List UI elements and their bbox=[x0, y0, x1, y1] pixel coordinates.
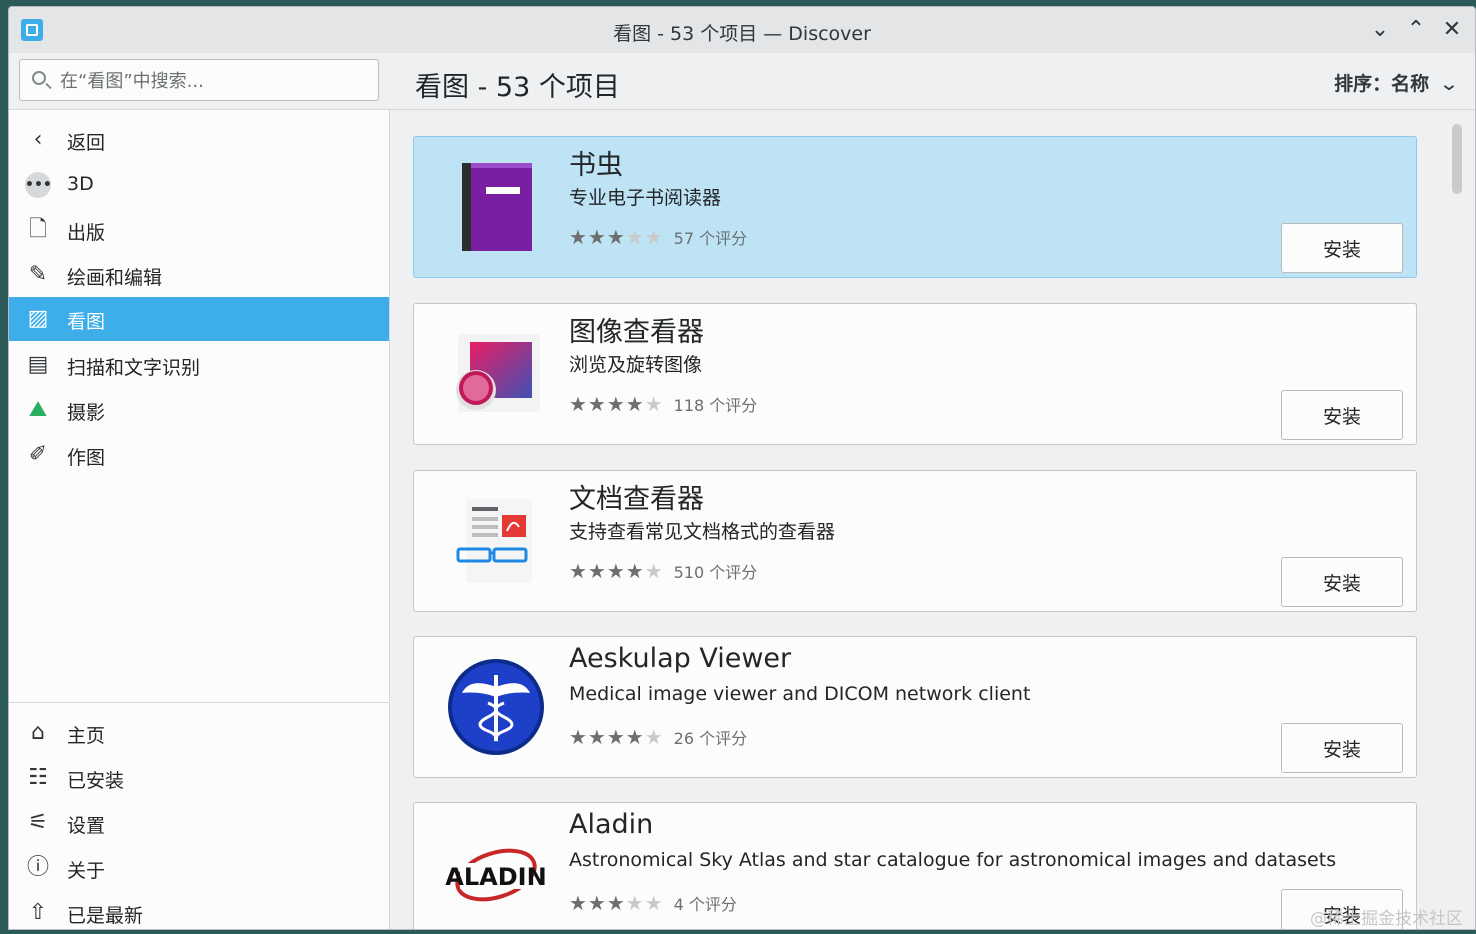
app-name[interactable]: 书虫 bbox=[569, 143, 623, 182]
title-bar: 看图 - 53 个项目 — Discover ⌄ ⌃ ✕ bbox=[9, 7, 1475, 53]
app-name[interactable]: Aladin bbox=[569, 809, 653, 840]
photo-icon: ⛰ bbox=[28, 397, 48, 422]
app-rating: ★★★★★ 510 个评分 bbox=[569, 559, 757, 583]
sidebar-item-viewers[interactable]: ▨ 看图 bbox=[9, 297, 389, 341]
window-title: 看图 - 53 个项目 — Discover bbox=[613, 23, 871, 45]
page-title: 看图 - 53 个项目 bbox=[415, 72, 620, 103]
maximize-icon[interactable]: ⌃ bbox=[1403, 17, 1429, 43]
settings-icon: ⚟ bbox=[28, 810, 48, 835]
app-rating: ★★★★★ 57 个评分 bbox=[569, 225, 747, 249]
app-summary: 支持查看常见文档格式的查看器 bbox=[569, 521, 836, 543]
discover-window: 看图 - 53 个项目 — Discover ⌄ ⌃ ✕ 看图 - 53 个项目… bbox=[8, 6, 1476, 930]
star-rating: ★★★★★ bbox=[569, 891, 664, 915]
sidebar-item-label: 扫描和文字识别 bbox=[67, 357, 201, 379]
sidebar-item-settings[interactable]: ⚟ 设置 bbox=[9, 801, 389, 845]
search-input[interactable] bbox=[58, 66, 372, 96]
install-button[interactable]: 安装 bbox=[1281, 557, 1403, 607]
app-rating: ★★★★★ 4 个评分 bbox=[569, 891, 737, 915]
image-icon bbox=[444, 324, 548, 424]
sidebar-item-label: 设置 bbox=[67, 815, 106, 837]
sidebar-item-label: 摄影 bbox=[67, 402, 106, 424]
search-icon bbox=[32, 71, 46, 85]
sidebar-item-label: 主页 bbox=[67, 725, 106, 747]
install-button[interactable]: 安装 bbox=[1281, 723, 1403, 773]
install-button[interactable]: 安装 bbox=[1281, 223, 1403, 273]
sidebar-item-label: 3D bbox=[67, 173, 94, 195]
sidebar: ‹ 返回 ••• 3D 🗋 出版 ✎ 绘画和编辑 ▨ 看图 ▤ 扫描和文字识别 … bbox=[9, 110, 390, 929]
app-card-aladin[interactable]: ALADIN Aladin Astronomical Sky Atlas and… bbox=[413, 802, 1417, 929]
app-summary: Medical image viewer and DICOM network c… bbox=[569, 683, 1031, 705]
sidebar-item-label: 作图 bbox=[67, 447, 106, 469]
app-summary: 浏览及旋转图像 bbox=[569, 354, 703, 376]
sort-label: 排序：名称 bbox=[1334, 73, 1430, 95]
sidebar-item-photography[interactable]: ⛰ 摄影 bbox=[9, 388, 389, 432]
star-rating: ★★★★★ bbox=[569, 392, 664, 416]
home-icon: ⌂ bbox=[31, 720, 45, 745]
close-icon[interactable]: ✕ bbox=[1439, 17, 1465, 43]
app-card-bookworm[interactable]: 书虫 专业电子书阅读器 ★★★★★ 57 个评分 安装 bbox=[413, 136, 1417, 278]
star-rating: ★★★★★ bbox=[569, 225, 664, 249]
app-summary: Astronomical Sky Atlas and star catalogu… bbox=[569, 849, 1337, 871]
star-rating: ★★★★★ bbox=[569, 725, 664, 749]
app-list[interactable]: 书虫 专业电子书阅读器 ★★★★★ 57 个评分 安装 图像查看器 浏览及旋转图… bbox=[390, 110, 1475, 929]
document-viewer-icon bbox=[444, 491, 548, 591]
sidebar-item-3d[interactable]: ••• 3D bbox=[9, 163, 389, 207]
svg-text:ALADIN: ALADIN bbox=[445, 863, 546, 891]
document-icon: 🗋 bbox=[29, 217, 47, 242]
sidebar-item-label: 出版 bbox=[67, 222, 106, 244]
sidebar-item-label: 绘画和编辑 bbox=[67, 267, 163, 289]
info-icon: ⓘ bbox=[26, 855, 49, 880]
sidebar-item-painting[interactable]: ✎ 绘画和编辑 bbox=[9, 253, 389, 297]
sidebar-item-label: 返回 bbox=[67, 132, 106, 154]
rating-count: 4 个评分 bbox=[673, 895, 737, 914]
sort-dropdown[interactable]: 排序：名称 ⌄ bbox=[1334, 69, 1460, 96]
install-button[interactable]: 安装 bbox=[1281, 390, 1403, 440]
sidebar-item-drawing[interactable]: ✐ 作图 bbox=[9, 433, 389, 477]
sidebar-item-label: 已安装 bbox=[67, 770, 125, 792]
app-rating: ★★★★★ 26 个评分 bbox=[569, 725, 747, 749]
sidebar-item-label: 已是最新 bbox=[67, 905, 144, 927]
brush-icon: ✎ bbox=[28, 262, 48, 287]
minimize-icon[interactable]: ⌄ bbox=[1367, 17, 1393, 43]
caduceus-icon bbox=[444, 657, 548, 757]
back-icon: ‹ bbox=[33, 127, 43, 152]
scanner-icon: ▤ bbox=[27, 352, 49, 377]
search-field[interactable] bbox=[19, 59, 379, 101]
rating-count: 26 个评分 bbox=[673, 729, 748, 748]
sidebar-item-scanning[interactable]: ▤ 扫描和文字识别 bbox=[9, 343, 389, 387]
app-summary: 专业电子书阅读器 bbox=[569, 187, 722, 209]
app-name[interactable]: 图像查看器 bbox=[569, 310, 704, 349]
installed-icon: ☷ bbox=[28, 765, 48, 790]
image-viewer-icon: ▨ bbox=[27, 306, 49, 331]
sidebar-item-about[interactable]: ⓘ 关于 bbox=[9, 846, 389, 890]
sidebar-item-label: 关于 bbox=[67, 860, 106, 882]
sidebar-item-installed[interactable]: ☷ 已安装 bbox=[9, 756, 389, 800]
app-name[interactable]: 文档查看器 bbox=[569, 477, 704, 516]
app-rating: ★★★★★ 118 个评分 bbox=[569, 392, 757, 416]
app-card-aeskulap-viewer[interactable]: Aeskulap Viewer Medical image viewer and… bbox=[413, 636, 1417, 778]
sidebar-item-label: 看图 bbox=[67, 311, 106, 333]
book-icon bbox=[444, 157, 548, 257]
chevron-down-icon: ⌄ bbox=[1438, 73, 1460, 95]
rating-count: 510 个评分 bbox=[673, 563, 758, 582]
more-dots-icon: ••• bbox=[25, 172, 52, 198]
sidebar-item-back[interactable]: ‹ 返回 bbox=[9, 118, 389, 162]
app-card-image-viewer[interactable]: 图像查看器 浏览及旋转图像 ★★★★★ 118 个评分 安装 bbox=[413, 303, 1417, 445]
update-icon: ⇧ bbox=[28, 900, 48, 925]
sidebar-item-home[interactable]: ⌂ 主页 bbox=[9, 711, 389, 755]
rating-count: 118 个评分 bbox=[673, 396, 758, 415]
sidebar-item-publishing[interactable]: 🗋 出版 bbox=[9, 208, 389, 252]
aladin-logo-icon: ALADIN bbox=[444, 823, 548, 923]
app-name[interactable]: Aeskulap Viewer bbox=[569, 643, 791, 674]
rating-count: 57 个评分 bbox=[673, 229, 748, 248]
app-card-document-viewer[interactable]: 文档查看器 支持查看常见文档格式的查看器 ★★★★★ 510 个评分 安装 bbox=[413, 470, 1417, 612]
scrollbar-handle[interactable] bbox=[1452, 124, 1462, 194]
watermark: @稀土掘金技术社区 bbox=[1310, 909, 1463, 929]
sidebar-divider bbox=[9, 702, 389, 703]
draw-icon: ✐ bbox=[28, 442, 48, 467]
star-rating: ★★★★★ bbox=[569, 559, 664, 583]
sidebar-item-updates[interactable]: ⇧ 已是最新 bbox=[9, 891, 389, 929]
